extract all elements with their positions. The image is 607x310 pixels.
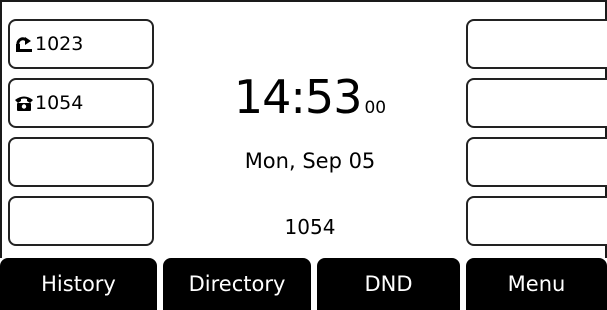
line-key-1[interactable]: 1023 (8, 19, 154, 69)
phone-idle-screen: 1023 1054 14:53 00 Mon, Sep 05 1054 Hist… (0, 0, 607, 310)
line-key-7[interactable] (466, 137, 607, 187)
line-key-2[interactable]: 1054 (8, 78, 154, 128)
softkey-dnd[interactable]: DND (317, 258, 460, 310)
line-key-4[interactable] (8, 196, 154, 246)
clock-time: 14:53 (233, 70, 363, 124)
clock: 14:53 00 (160, 74, 460, 120)
line-key-6[interactable] (466, 78, 607, 128)
line-key-5[interactable] (466, 19, 607, 69)
softkey-directory[interactable]: Directory (163, 258, 311, 310)
account-label: 1054 (284, 215, 336, 239)
phone-icon (14, 93, 34, 113)
clock-seconds: 00 (364, 98, 387, 118)
line-key-3[interactable] (8, 137, 154, 187)
screen-frame-top (0, 0, 607, 2)
line-key-label: 1023 (35, 33, 84, 55)
softkey-history[interactable]: History (0, 258, 157, 310)
softkey-bar: History Directory DND Menu (0, 258, 607, 310)
softkey-menu[interactable]: Menu (466, 258, 607, 310)
date-label: Mon, Sep 05 (244, 149, 376, 173)
call-forward-icon (14, 34, 34, 54)
line-key-label: 1054 (35, 92, 84, 114)
line-key-8[interactable] (466, 196, 607, 246)
